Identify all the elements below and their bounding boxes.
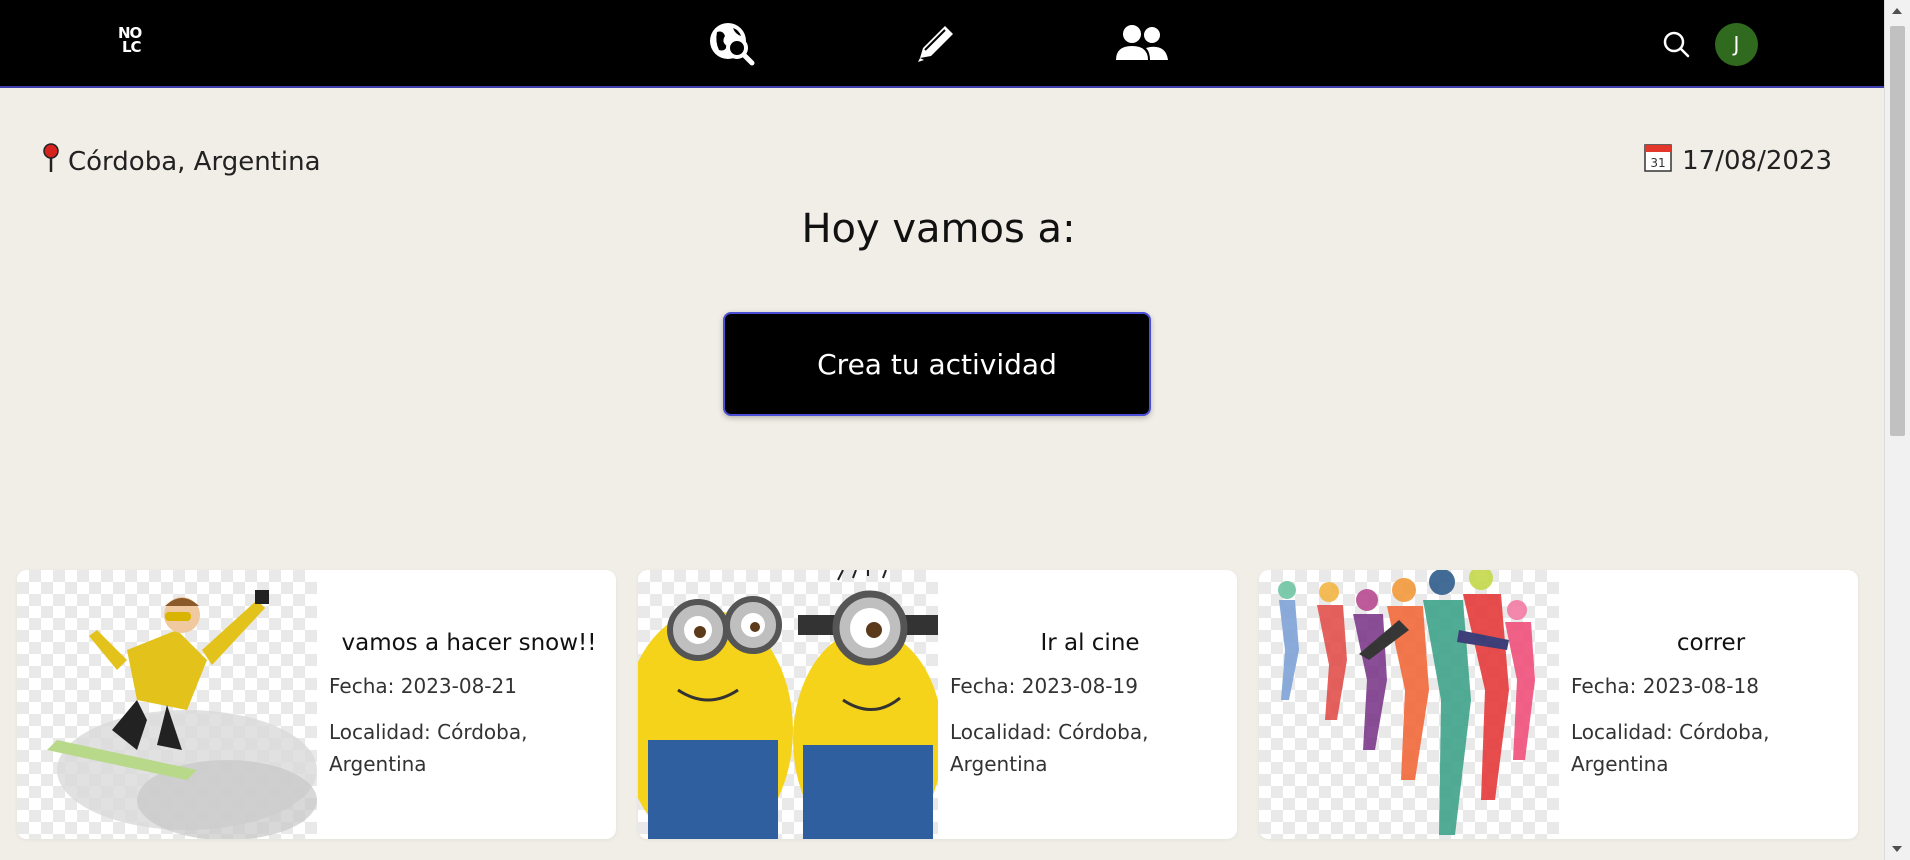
date-text: 17/08/2023: [1682, 145, 1832, 176]
activity-card[interactable]: correr Fecha: 2023-08-18 Localidad: Córd…: [1259, 570, 1858, 839]
card-title: correr: [1676, 630, 1746, 656]
globe-search-icon[interactable]: [707, 20, 757, 66]
activity-card[interactable]: vamos a hacer snow!! Fecha: 2023-08-21 L…: [17, 570, 616, 839]
activity-card[interactable]: Ir al cine Fecha: 2023-08-19 Localidad: …: [638, 570, 1237, 839]
search-icon[interactable]: [1662, 30, 1690, 58]
card-location: Localidad: Córdoba, Argentina: [950, 720, 1149, 776]
card-location: Localidad: Córdoba, Argentina: [329, 720, 528, 776]
scrollbar-thumb[interactable]: [1890, 26, 1905, 436]
scroll-down-arrow-icon[interactable]: [1892, 846, 1902, 852]
create-activity-button[interactable]: Crea tu actividad: [723, 312, 1151, 416]
location-text: Córdoba, Argentina: [68, 146, 321, 177]
card-title: vamos a hacer snow!!: [341, 630, 597, 656]
users-icon[interactable]: [1112, 20, 1168, 66]
scroll-up-arrow-icon[interactable]: [1892, 8, 1902, 14]
pencil-icon[interactable]: [912, 20, 962, 66]
calendar-icon: 31: [1644, 142, 1672, 179]
card-date: Fecha: 2023-08-19: [950, 674, 1138, 698]
vertical-scrollbar[interactable]: [1884, 0, 1910, 860]
date-display: 31 17/08/2023: [1644, 142, 1832, 179]
card-date: Fecha: 2023-08-18: [1571, 674, 1759, 698]
card-title: Ir al cine: [1040, 630, 1140, 656]
snowboarder-image: [17, 570, 317, 839]
logo[interactable]: NO LC: [118, 26, 158, 60]
pin-icon: [42, 142, 60, 181]
card-body: Ir al cine Fecha: 2023-08-19 Localidad: …: [950, 570, 1230, 780]
logo-line-2: LC: [122, 38, 142, 56]
minions-image: [638, 570, 938, 839]
calendar-day: 31: [1651, 156, 1666, 170]
card-date: Fecha: 2023-08-21: [329, 674, 517, 698]
avatar[interactable]: J: [1715, 23, 1758, 66]
runners-image: [1259, 570, 1559, 839]
card-body: vamos a hacer snow!! Fecha: 2023-08-21 L…: [329, 570, 609, 780]
page-title: Hoy vamos a:: [801, 206, 1076, 252]
top-navbar: NO LC J: [0, 0, 1885, 88]
location-display: Córdoba, Argentina: [42, 142, 321, 181]
card-body: correr Fecha: 2023-08-18 Localidad: Córd…: [1571, 570, 1851, 780]
card-location: Localidad: Córdoba, Argentina: [1571, 720, 1770, 776]
